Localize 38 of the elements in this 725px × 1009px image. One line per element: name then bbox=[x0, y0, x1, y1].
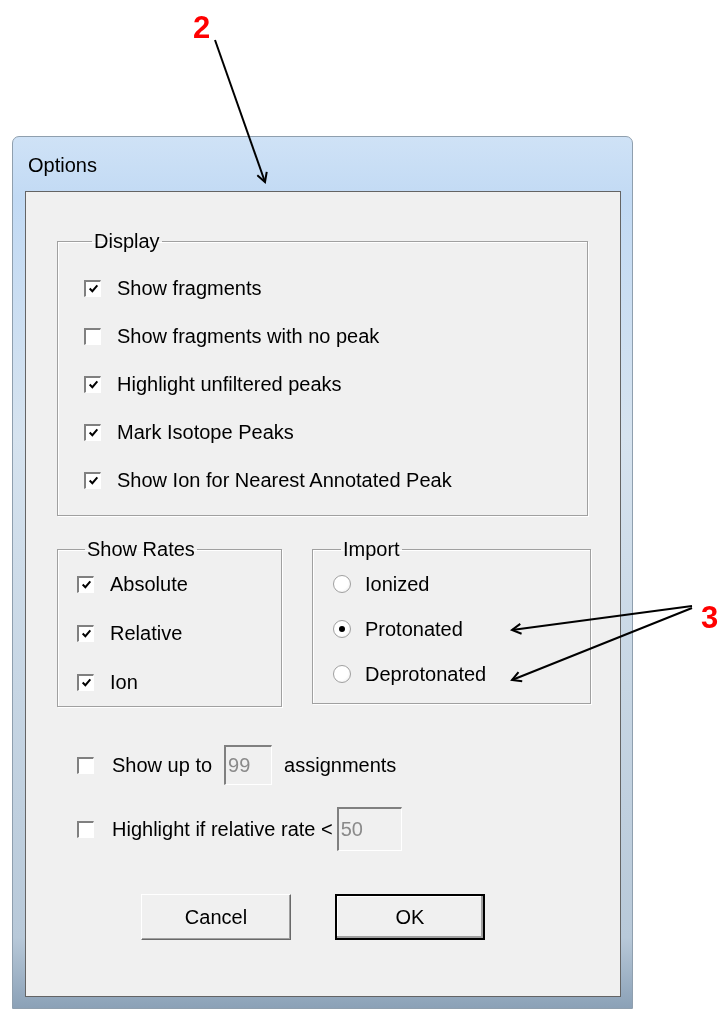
checkmark-icon bbox=[86, 282, 100, 295]
radio-label[interactable]: Ionized bbox=[365, 572, 430, 596]
callout-number: 2 bbox=[193, 12, 211, 43]
checkbox-label[interactable]: Highlight unfiltered peaks bbox=[117, 372, 342, 396]
radio-label[interactable]: Protonated bbox=[365, 617, 463, 641]
checkbox[interactable] bbox=[84, 471, 101, 489]
checkbox[interactable] bbox=[84, 423, 101, 441]
checkbox[interactable] bbox=[84, 327, 101, 345]
checkbox-label[interactable]: Relative bbox=[110, 621, 183, 645]
radio-label[interactable]: Deprotonated bbox=[365, 662, 487, 686]
group-title: Display bbox=[93, 230, 161, 253]
checkmark-icon bbox=[86, 426, 100, 439]
dialog-button[interactable]: OK bbox=[335, 894, 485, 940]
group-title: Import bbox=[342, 538, 401, 561]
checkbox-label[interactable]: Mark Isotope Peaks bbox=[117, 420, 294, 444]
dialog-button[interactable]: Cancel bbox=[141, 894, 291, 940]
callout-number: 3 bbox=[701, 602, 719, 633]
checkbox-label[interactable]: Absolute bbox=[110, 572, 188, 596]
checkbox[interactable] bbox=[77, 624, 94, 642]
checkbox[interactable] bbox=[84, 375, 101, 393]
group-title: Show Rates bbox=[86, 538, 196, 561]
checkbox-label[interactable]: Show Ion for Nearest Annotated Peak bbox=[117, 468, 452, 492]
checkbox-label[interactable]: Show fragments with no peak bbox=[117, 324, 380, 348]
checkbox-label[interactable]: Show fragments bbox=[117, 276, 262, 300]
radio-button[interactable] bbox=[333, 620, 351, 638]
window-title: Options bbox=[28, 153, 97, 177]
field-suffix: assignments bbox=[284, 753, 397, 777]
radio-button[interactable] bbox=[333, 575, 351, 593]
checkmark-icon bbox=[79, 578, 93, 591]
checkmark-icon bbox=[79, 627, 93, 640]
checkbox[interactable] bbox=[77, 673, 94, 691]
checkmark-icon bbox=[79, 676, 93, 689]
checkbox-label[interactable]: Ion bbox=[110, 670, 138, 694]
radio-button[interactable] bbox=[333, 665, 351, 683]
checkbox[interactable] bbox=[84, 279, 101, 297]
checkbox[interactable] bbox=[77, 575, 94, 593]
checkmark-icon bbox=[86, 474, 100, 487]
checkmark-icon bbox=[86, 378, 100, 391]
